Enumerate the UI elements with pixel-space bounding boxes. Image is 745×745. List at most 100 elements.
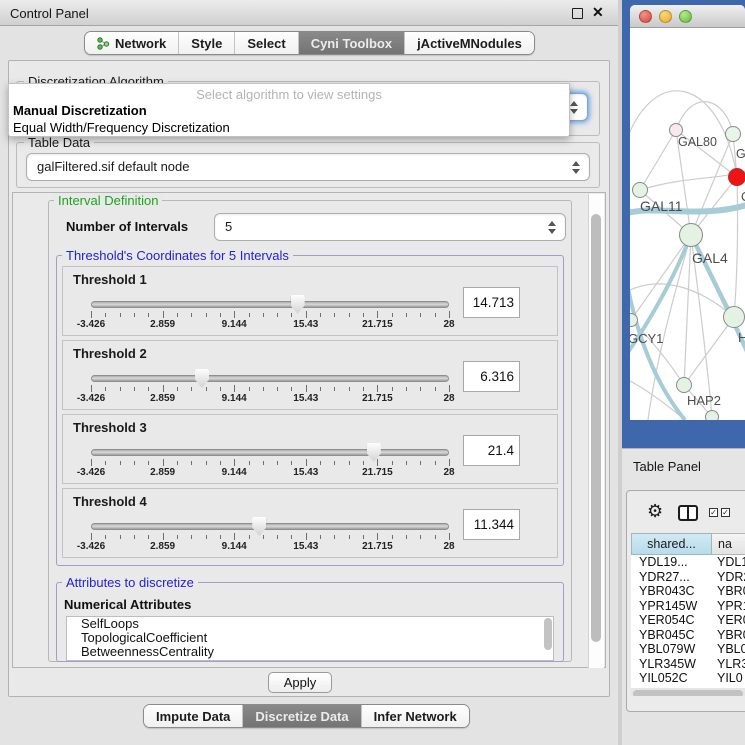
node-selected-red[interactable] (728, 168, 745, 186)
slider-tick-labels: -3.4262.8599.14415.4321.71528 (91, 467, 449, 479)
slider-ticks (91, 533, 449, 541)
tab-network-label: Network (115, 36, 166, 51)
table-row[interactable]: YDR27...YDR2 (631, 570, 745, 585)
tab-network[interactable]: Network (85, 32, 179, 54)
node-gal11[interactable] (632, 182, 648, 198)
node-gal4[interactable] (679, 223, 703, 247)
table-row[interactable]: YBR045CYBR0 (631, 628, 745, 643)
table-body: YDL19...YDL1YDR27...YDR2YBR043CYBR0YPR14… (631, 555, 745, 686)
table-row[interactable]: YBR043CYBR0 (631, 584, 745, 599)
node-label-gal11: GAL11 (640, 198, 683, 214)
apply-button[interactable]: Apply (268, 672, 332, 693)
close-traffic-light-icon[interactable] (639, 10, 652, 23)
control-panel-tabbar: Network Style Select Cyni Toolbox jActiv… (84, 31, 535, 55)
table-row[interactable]: YIL052CYIL0 (631, 671, 745, 686)
algorithm-placeholder-option[interactable]: Select algorithm to view settings (9, 87, 569, 102)
threshold-1-value-field[interactable] (463, 287, 520, 318)
network-window[interactable]: GAL80 GA C GAL11 GAL4 GCY1 H HAP2 (630, 5, 745, 420)
tab-discretize-data[interactable]: Discretize Data (243, 705, 361, 727)
checkbox-icon[interactable]: ✓ (709, 508, 718, 517)
tab-style[interactable]: Style (179, 32, 235, 54)
control-panel-titlebar: Control Panel ✕ (0, 0, 618, 26)
slider-track[interactable] (91, 523, 449, 530)
checkbox-icon[interactable]: ✓ (721, 508, 730, 517)
table-cell: YPR145W (631, 599, 717, 614)
table-row[interactable]: YDL19...YDL1 (631, 555, 745, 570)
network-window-titlebar (630, 5, 745, 28)
settings-scrollbar[interactable] (588, 194, 604, 668)
minimize-traffic-light-icon[interactable] (659, 10, 672, 23)
threshold-panel-3: Threshold 3 -3.4262.8599.14415.4321.7152… (62, 414, 558, 484)
tab-jactivemnodules[interactable]: jActiveMNodules (405, 32, 534, 54)
table-cell: YPR1 (717, 599, 745, 614)
threshold-2-value-field[interactable] (463, 361, 520, 392)
threshold-2-label: Threshold 2 (73, 346, 147, 361)
attributes-scrollbar-thumb[interactable] (544, 618, 552, 650)
slider-track[interactable] (91, 301, 449, 308)
algorithm-option-equal-width[interactable]: Equal Width/Frequency Discretization (13, 120, 230, 135)
node-label-partial-h: H (738, 330, 745, 345)
network-canvas[interactable]: GAL80 GA C GAL11 GAL4 GCY1 H HAP2 (630, 28, 745, 420)
attribute-item[interactable]: TopologicalCoefficient (67, 631, 553, 645)
table-data-combobox[interactable]: galFiltered.sif default node (26, 153, 590, 181)
tab-infer-network[interactable]: Infer Network (362, 705, 469, 727)
table-row[interactable]: YER054CYER0 (631, 613, 745, 628)
table-cell: YER054C (631, 613, 717, 628)
table-cell: YBL0 (717, 642, 745, 657)
threshold-3-slider[interactable]: -3.4262.8599.14415.4321.71528 (91, 443, 449, 483)
slider-track[interactable] (91, 375, 449, 382)
node-hap2[interactable] (676, 377, 692, 393)
threshold-panel-4: Threshold 4 -3.4262.8599.14415.4321.7152… (62, 488, 558, 558)
close-icon[interactable]: ✕ (592, 4, 604, 21)
slider-track[interactable] (91, 449, 449, 456)
combo-stepper-icon (570, 101, 578, 114)
node-label-gal80: GAL80 (678, 135, 717, 149)
tab-cyni-toolbox[interactable]: Cyni Toolbox (299, 32, 405, 54)
float-window-icon[interactable] (572, 8, 583, 19)
gear-icon[interactable]: ⚙ (647, 502, 663, 520)
tab-select[interactable]: Select (235, 32, 298, 54)
threshold-3-value-field[interactable] (463, 435, 520, 466)
zoom-traffic-light-icon[interactable] (679, 10, 692, 23)
column-header-shared[interactable]: shared... (631, 533, 712, 555)
table-panel-title: Table Panel (633, 459, 701, 474)
table-row[interactable]: YLR345WYLR3 (631, 657, 745, 672)
threshold-2-slider[interactable]: -3.4262.8599.14415.4321.71528 (91, 369, 449, 409)
table-hscrollbar-thumb[interactable] (633, 690, 743, 696)
interval-definition-title: Interval Definition (54, 193, 162, 208)
attributes-group-title: Attributes to discretize (62, 575, 198, 590)
node-partial-bottom[interactable] (705, 410, 719, 420)
numerical-attributes-list[interactable]: SelfLoopsTopologicalCoefficientBetweenne… (66, 616, 554, 661)
node-label-gcy1: GCY1 (630, 331, 663, 346)
split-columns-icon[interactable] (678, 505, 698, 521)
threshold-4-value-field[interactable] (463, 509, 520, 540)
table-data-value: galFiltered.sif default node (37, 159, 189, 174)
settings-scrollbar-thumb[interactable] (591, 214, 601, 642)
table-row[interactable]: YBL079WYBL0 (631, 642, 745, 657)
attribute-item[interactable]: BetweennessCentrality (67, 645, 553, 659)
threshold-1-slider[interactable]: -3.4262.8599.14415.4321.71528 (91, 295, 449, 335)
algorithm-option-manual[interactable]: Manual Discretization (13, 103, 147, 118)
table-cell: YBL079W (631, 642, 717, 657)
tab-impute-data[interactable]: Impute Data (144, 705, 243, 727)
threshold-4-slider[interactable]: -3.4262.8599.14415.4321.71528 (91, 517, 449, 557)
attribute-item[interactable]: SelfLoops (67, 617, 553, 631)
table-cell: YDR27... (631, 570, 717, 585)
column-header-name[interactable]: na (712, 533, 745, 555)
control-panel: Control Panel ✕ Network Style Select Cyn… (0, 0, 618, 745)
screen: Control Panel ✕ Network Style Select Cyn… (0, 0, 745, 745)
table-cell: YER0 (717, 613, 745, 628)
threshold-3-label: Threshold 3 (73, 420, 147, 435)
node-partial-right[interactable] (723, 306, 745, 328)
network-icon (97, 37, 110, 50)
table-hscrollbar[interactable] (631, 688, 745, 696)
threshold-panel-2: Threshold 2 -3.4262.8599.14415.4321.7152… (62, 340, 558, 410)
threshold-4-label: Threshold 4 (73, 494, 147, 509)
slider-tick-labels: -3.4262.8599.14415.4321.71528 (91, 393, 449, 405)
combo-stepper-icon (572, 161, 580, 174)
slider-ticks (91, 311, 449, 319)
table-row[interactable]: YPR145WYPR1 (631, 599, 745, 614)
node-partial-top-right[interactable] (725, 126, 741, 142)
table-cell: YLR345W (631, 657, 717, 672)
number-of-intervals-combobox[interactable]: 5 (214, 213, 566, 241)
